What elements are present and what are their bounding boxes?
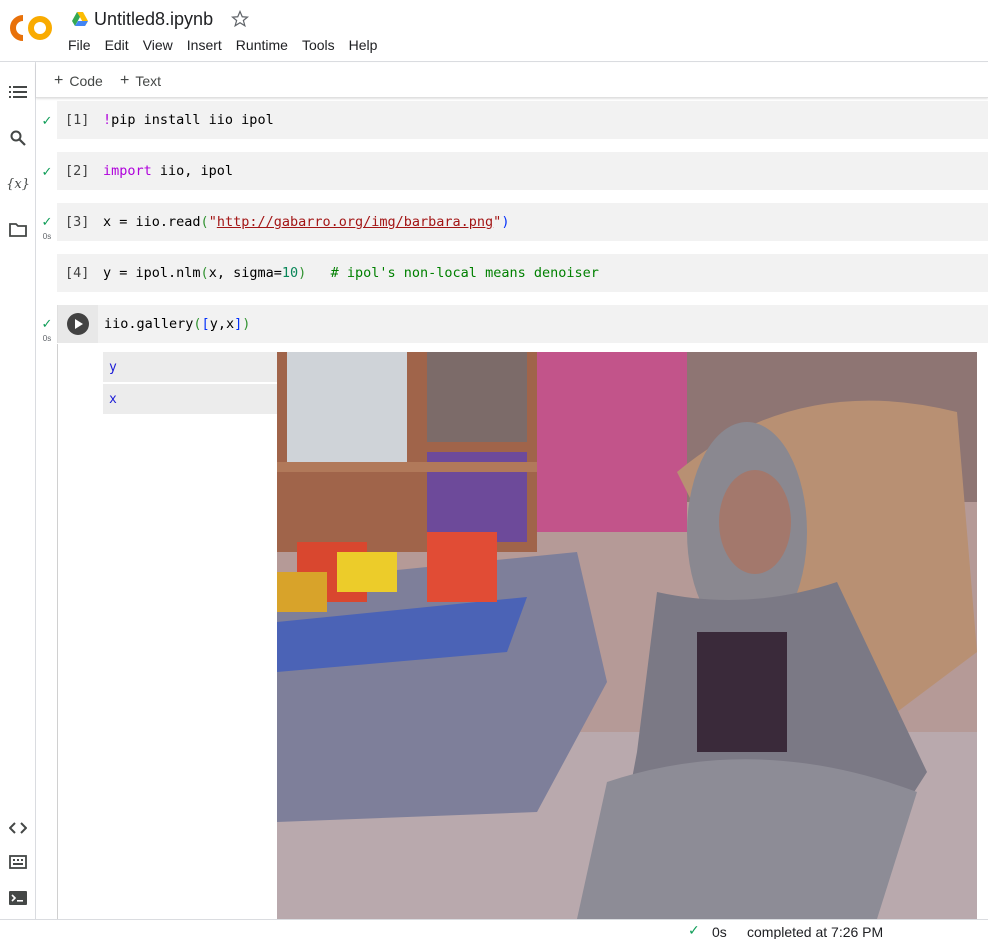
left-rail: {x} <box>0 62 36 919</box>
check-icon: ✓ <box>41 214 53 229</box>
app-header: Untitled8.ipynb File Edit View Insert Ru… <box>0 0 988 62</box>
search-icon[interactable] <box>8 128 28 148</box>
execution-time: 0s <box>42 232 52 241</box>
menu-edit[interactable]: Edit <box>105 37 129 53</box>
gallery-tab-y[interactable]: y <box>103 352 277 382</box>
check-icon: ✓ <box>41 316 53 331</box>
add-code-button[interactable]: + Code <box>54 72 103 90</box>
code-cell-active[interactable]: iio.gallery([y,x]) <box>57 305 988 343</box>
terminal-icon[interactable] <box>8 888 28 908</box>
check-icon: ✓ <box>41 164 53 179</box>
execution-duration: 0s <box>712 924 727 939</box>
code-cell[interactable]: [3] x = iio.read("http://gabarro.org/img… <box>57 203 988 241</box>
execution-time: 0s <box>42 334 52 343</box>
cell-code[interactable]: x = iio.read("http://gabarro.org/img/bar… <box>103 214 509 230</box>
status-bar: ✓ 0s completed at 7:26 PM <box>0 919 988 939</box>
cell-code[interactable]: iio.gallery([y,x]) <box>104 316 250 332</box>
colab-logo[interactable] <box>10 14 54 42</box>
command-palette-icon[interactable] <box>8 852 28 872</box>
url-link[interactable]: http://gabarro.org/img/barbara.png <box>217 214 493 230</box>
cell-status: ✓ 0s <box>38 213 56 241</box>
gallery-image <box>277 352 977 919</box>
completion-status[interactable]: completed at 7:26 PM <box>747 924 883 939</box>
gallery-tabs: y x <box>103 352 277 416</box>
menu-tools[interactable]: Tools <box>302 37 335 53</box>
table-of-contents-icon[interactable] <box>8 82 28 102</box>
star-icon[interactable] <box>231 10 250 28</box>
cell-code[interactable]: import iio, ipol <box>103 163 233 179</box>
menu-file[interactable]: File <box>68 37 91 53</box>
check-icon: ✓ <box>41 113 53 128</box>
menu-help[interactable]: Help <box>349 37 378 53</box>
code-cell[interactable]: [4] y = ipol.nlm(x, sigma=10) # ipol's n… <box>57 254 988 292</box>
cell-status: ✓ <box>38 163 56 181</box>
code-cell[interactable]: [1] !pip install iio ipol <box>57 101 988 139</box>
add-code-label: Code <box>69 73 103 89</box>
notebook-title[interactable]: Untitled8.ipynb <box>94 9 213 30</box>
cell-status: ✓ <box>38 112 56 130</box>
menu-bar: File Edit View Insert Runtime Tools Help <box>68 37 391 53</box>
run-cell-button[interactable] <box>58 305 98 343</box>
cell-code[interactable]: y = ipol.nlm(x, sigma=10) # ipol's non-l… <box>103 265 599 281</box>
code-snippets-icon[interactable] <box>8 818 28 838</box>
gallery-tab-x[interactable]: x <box>103 384 277 414</box>
notebook-toolbar: + Code + Text <box>36 63 988 98</box>
add-text-label: Text <box>135 73 162 89</box>
cell-prompt: [3] <box>65 214 90 230</box>
cell-code[interactable]: !pip install iio ipol <box>103 112 274 128</box>
plus-icon: + <box>120 72 130 89</box>
files-icon[interactable] <box>8 220 28 240</box>
menu-insert[interactable]: Insert <box>187 37 222 53</box>
plus-icon: + <box>54 72 64 89</box>
barbara-image <box>277 352 977 919</box>
add-text-button[interactable]: + Text <box>120 72 161 90</box>
play-icon <box>67 313 89 335</box>
check-icon: ✓ <box>688 922 700 938</box>
code-cell[interactable]: [2] import iio, ipol <box>57 152 988 190</box>
cell-prompt: [2] <box>65 163 90 179</box>
cell-status: ✓ 0s <box>38 315 56 343</box>
menu-view[interactable]: View <box>143 37 173 53</box>
cell-prompt: [4] <box>65 265 90 281</box>
cell-prompt: [1] <box>65 112 90 128</box>
variables-icon[interactable]: {x} <box>6 174 30 194</box>
drive-icon <box>72 12 88 26</box>
menu-runtime[interactable]: Runtime <box>236 37 288 53</box>
